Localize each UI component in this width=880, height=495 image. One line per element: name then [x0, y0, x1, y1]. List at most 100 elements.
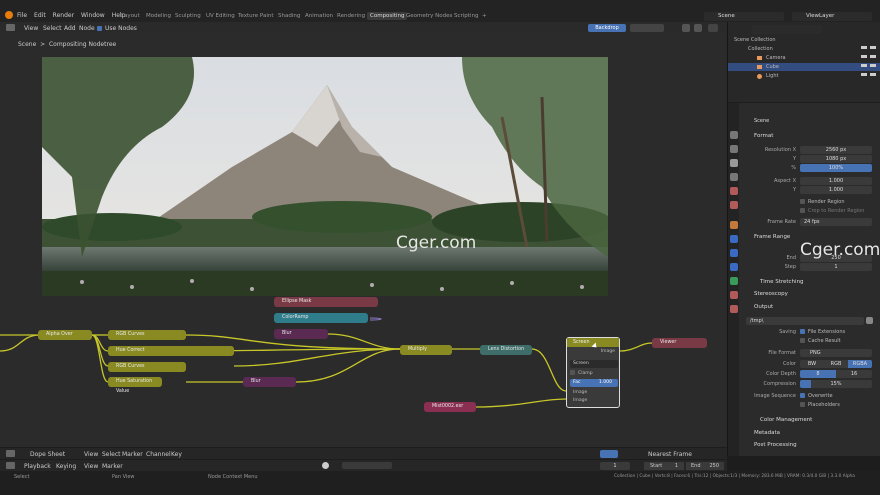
node-blur-1[interactable]: Blur	[274, 329, 328, 339]
timeline-menu-marker[interactable]: Marker	[102, 463, 123, 470]
node-viewer[interactable]: Viewer	[652, 338, 707, 348]
clamp-checkbox[interactable]: Clamp	[570, 370, 593, 376]
res-y-field[interactable]: 1080 px	[800, 155, 872, 163]
res-x-field[interactable]: 2560 px	[800, 146, 872, 154]
tab-shading[interactable]: Shading	[278, 13, 300, 19]
menu-render[interactable]: Render	[53, 12, 74, 19]
section-time-stretching[interactable]: Time Stretching	[760, 278, 804, 286]
section-color-management[interactable]: Color Management	[760, 416, 812, 424]
placeholders-checkbox[interactable]: Placeholders	[800, 401, 840, 409]
playback-controls[interactable]	[342, 462, 392, 469]
section-metadata[interactable]: Metadata	[754, 429, 780, 437]
texture-tab-icon[interactable]	[730, 305, 738, 313]
dope-menu-marker[interactable]: Marker	[122, 451, 143, 458]
node-ellipse-mask[interactable]: Ellipse Mask	[274, 297, 378, 307]
add-workspace-button[interactable]: +	[482, 13, 487, 19]
tab-modeling[interactable]: Modeling	[146, 13, 171, 19]
depth-8-option[interactable]: 8	[800, 370, 836, 378]
editor-type-icon[interactable]	[6, 24, 15, 31]
depth-16-option[interactable]: 16	[836, 370, 872, 378]
view-layer-tab-icon[interactable]	[730, 173, 738, 181]
snap-icon[interactable]	[694, 24, 702, 32]
timeline-menu-keying[interactable]: Keying	[56, 463, 76, 470]
tab-layout[interactable]: Layout	[121, 13, 140, 19]
timeline-editor-icon[interactable]	[6, 462, 15, 469]
record-icon[interactable]	[322, 462, 329, 469]
current-frame-field[interactable]: 1	[600, 462, 630, 470]
tab-scripting[interactable]: Scripting	[454, 13, 478, 19]
color-bw-option[interactable]: BW	[800, 360, 824, 368]
tab-compositing[interactable]: Compositing	[367, 12, 408, 20]
output-tab-icon[interactable]	[730, 159, 738, 167]
timeline-menu-playback[interactable]: Playback	[24, 463, 51, 470]
constraints-tab-icon[interactable]	[730, 277, 738, 285]
menu-edit[interactable]: Edit	[34, 12, 46, 19]
tab-geometry-nodes[interactable]: Geometry Nodes	[406, 13, 452, 19]
outliner-search-input[interactable]	[752, 25, 822, 34]
scene-selector[interactable]: Scene	[704, 12, 784, 21]
snap-toggle-icon[interactable]	[600, 450, 618, 458]
particles-tab-icon[interactable]	[730, 249, 738, 257]
node-alpha-over[interactable]: Alpha Over	[38, 330, 92, 340]
section-frame-range[interactable]: Frame Range	[754, 233, 790, 241]
blend-mode-dropdown[interactable]: Screen	[570, 360, 618, 368]
overwrite-checkbox[interactable]: Overwrite	[800, 392, 833, 400]
node-blur-2[interactable]: Blur	[243, 377, 296, 387]
material-tab-icon[interactable]	[730, 291, 738, 299]
editor-menu-select[interactable]: Select	[43, 25, 62, 32]
editor-menu-view[interactable]: View	[24, 25, 38, 32]
overlay-icon[interactable]	[708, 24, 718, 32]
dope-menu-key[interactable]: Key	[171, 451, 182, 458]
step-field[interactable]: 1	[800, 263, 872, 271]
timeline-menu-view[interactable]: View	[84, 463, 98, 470]
node-rgb-curves-2[interactable]: RGB Curves	[108, 362, 186, 372]
render-camera-icon[interactable]	[870, 46, 876, 80]
output-path-field[interactable]: /tmp\	[746, 317, 864, 325]
color-rgba-option[interactable]: RGBA	[848, 360, 872, 368]
node-colorramp[interactable]: ColorRamp	[274, 313, 368, 323]
visibility-eye-icon[interactable]	[861, 46, 867, 80]
backdrop-toggle[interactable]: Backdrop	[588, 24, 626, 32]
node-editor[interactable]: Scene > Compositing Nodetree Cger.com El…	[0, 33, 727, 447]
tab-sculpting[interactable]: Sculpting	[175, 13, 201, 19]
end-frame-field[interactable]: End 250	[686, 462, 724, 470]
folder-icon[interactable]	[866, 317, 873, 324]
tab-texture-paint[interactable]: Texture Paint	[238, 13, 274, 19]
dope-menu-select[interactable]: Select	[102, 451, 121, 458]
tool-tab-icon[interactable]	[730, 131, 738, 139]
cache-result-checkbox[interactable]: Cache Result	[800, 337, 841, 345]
tab-rendering[interactable]: Rendering	[337, 13, 365, 19]
outliner-item-cube[interactable]: Cube	[728, 63, 880, 71]
aspect-y-field[interactable]: 1.000	[800, 186, 872, 194]
start-frame-field[interactable]: Start 1	[644, 462, 684, 470]
aspect-x-field[interactable]: 1.000	[800, 177, 872, 185]
object-tab-icon[interactable]	[730, 221, 738, 229]
use-nodes-checkbox[interactable]: Use Nodes	[97, 25, 137, 32]
physics-tab-icon[interactable]	[730, 263, 738, 271]
tab-uv-editing[interactable]: UV Editing	[206, 13, 235, 19]
node-hue-saturation-value[interactable]: Hue Saturation Value	[108, 377, 162, 394]
outliner-item-camera[interactable]: Camera	[728, 54, 880, 62]
viewlayer-selector[interactable]: ViewLayer	[792, 12, 872, 21]
outliner-scene-collection[interactable]: Scene Collection	[734, 36, 776, 44]
dope-menu-channel[interactable]: Channel	[146, 451, 171, 458]
frame-rate-dropdown[interactable]: 24 fps	[800, 218, 872, 226]
tab-animation[interactable]: Animation	[305, 13, 333, 19]
menu-window[interactable]: Window	[81, 12, 105, 19]
world-tab-icon[interactable]	[730, 201, 738, 209]
render-tab-icon[interactable]	[730, 145, 738, 153]
properties-search-input[interactable]	[742, 106, 850, 115]
scene-tab-icon[interactable]	[730, 187, 738, 195]
crop-checkbox[interactable]: Crop to Render Region	[800, 207, 864, 215]
compression-slider[interactable]: 15%	[800, 380, 872, 388]
section-format[interactable]: Format	[754, 132, 773, 140]
outliner-item-light[interactable]: Light	[728, 72, 880, 80]
modifier-tab-icon[interactable]	[730, 235, 738, 243]
node-rgb-curves-1[interactable]: RGB Curves	[108, 330, 186, 340]
render-region-checkbox[interactable]: Render Region	[800, 198, 845, 206]
node-multiply[interactable]: Multiply	[400, 345, 452, 355]
dopesheet-editor-icon[interactable]	[6, 450, 15, 457]
color-rgb-option[interactable]: RGB	[824, 360, 848, 368]
file-ext-checkbox[interactable]: File Extensions	[800, 328, 845, 336]
res-pct-field[interactable]: 100%	[800, 164, 872, 172]
